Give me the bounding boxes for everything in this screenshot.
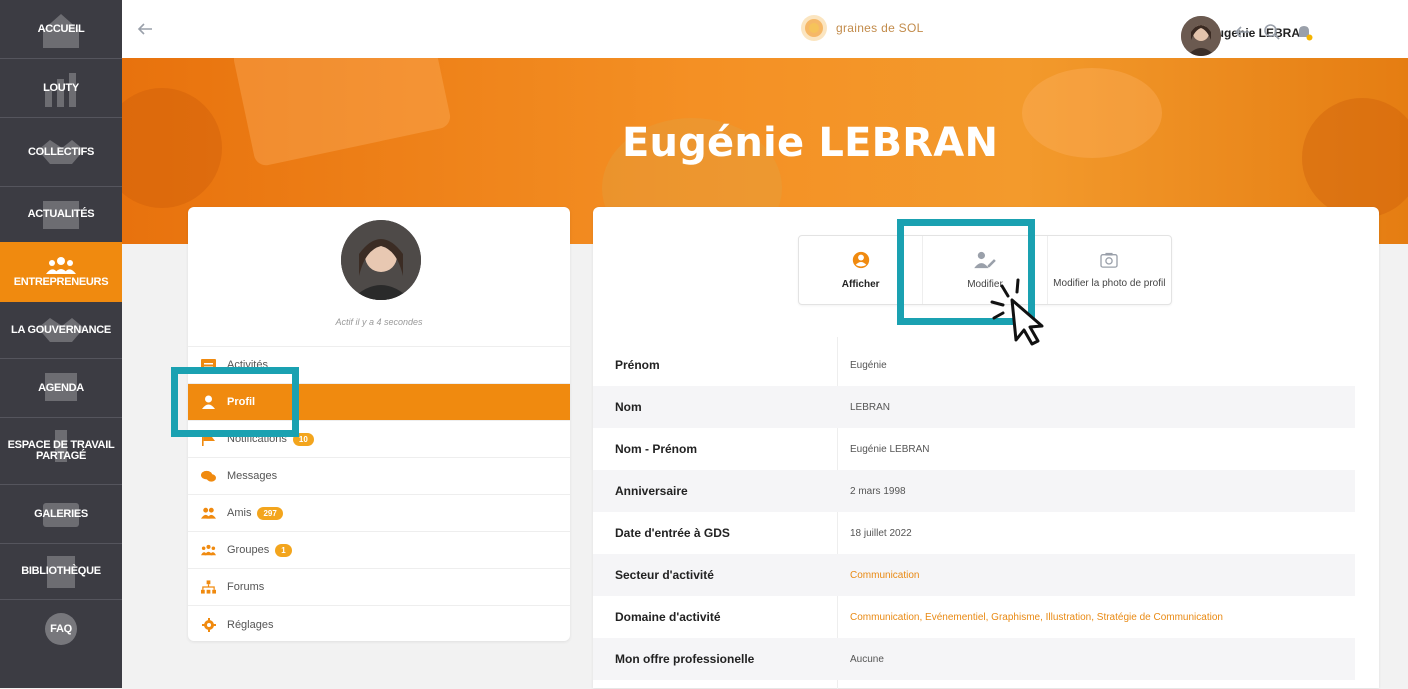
- table-row: Nom LEBRAN: [593, 386, 1355, 428]
- field-value: Aucune: [850, 653, 884, 665]
- sitemap-icon: [201, 580, 216, 595]
- sidebar-item-label: GALERIES: [34, 507, 88, 520]
- sidebar-item-label: FAQ: [50, 622, 72, 635]
- sidebar-item-bibliotheque[interactable]: BIBLIOTHÈQUE: [0, 544, 122, 599]
- field-label: Prénom: [615, 358, 660, 372]
- user-circle-icon: [852, 251, 869, 268]
- menu-item-label: Messages: [227, 470, 278, 482]
- menu-item-label: Forums: [227, 581, 265, 593]
- menu-item-groupes[interactable]: Groupes 1: [188, 532, 570, 569]
- tab-label: Afficher: [841, 278, 880, 290]
- field-label: Nom - Prénom: [615, 442, 698, 456]
- field-label: Date d'entrée à GDS: [615, 526, 730, 540]
- search-icon[interactable]: [1262, 22, 1282, 42]
- table-row: Secteur d'activité Communication: [593, 554, 1355, 596]
- sidebar-item-label: LOUTY: [43, 81, 79, 94]
- field-label: Nom: [615, 400, 642, 414]
- main-sidebar: ACCUEIL LOUTY COLLECTIFS ACTUALITÉS ENTR…: [0, 0, 122, 688]
- tab-modifier-photo[interactable]: Modifier la photo de profil: [1048, 236, 1171, 304]
- gear-icon: [201, 617, 216, 632]
- last-active-status: Actif il y a 4 secondes: [335, 317, 423, 327]
- field-value: Eugénie: [850, 359, 887, 371]
- people-icon: [46, 257, 76, 274]
- sidebar-item-label: ESPACE DE TRAVAIL PARTAGÉ: [7, 439, 115, 462]
- sidebar-item-label: ENTREPRENEURS: [13, 276, 109, 288]
- sidebar-item-label: AGENDA: [38, 381, 84, 394]
- top-bar: graines de SOL Hi Eugenie LEBRAN: [122, 0, 1408, 58]
- friends-badge: 297: [257, 506, 283, 520]
- field-label: Mon offre professionelle: [615, 652, 755, 666]
- sidebar-item-actualites[interactable]: ACTUALITÉS: [0, 187, 122, 242]
- field-value: 2 mars 1998: [850, 485, 906, 497]
- group-icon: [201, 543, 216, 558]
- field-label: Anniversaire: [615, 484, 688, 498]
- field-value-link[interactable]: Communication: [850, 570, 919, 581]
- sidebar-item-entrepreneurs[interactable]: ENTREPRENEURS: [0, 242, 122, 302]
- field-value: LEBRAN: [850, 401, 891, 413]
- back-arrow-icon[interactable]: [136, 20, 154, 38]
- table-row: Domaine d'activité Communication, Evénem…: [593, 596, 1355, 638]
- sidebar-item-louty[interactable]: LOUTY: [0, 59, 122, 117]
- sidebar-item-faq[interactable]: FAQ: [0, 600, 122, 658]
- menu-item-forums[interactable]: Forums: [188, 569, 570, 606]
- sidebar-item-agenda[interactable]: AGENDA: [0, 359, 122, 417]
- menu-item-label: Groupes: [227, 544, 270, 556]
- sidebar-item-galeries[interactable]: GALERIES: [0, 485, 122, 543]
- highlight-profil: [171, 367, 299, 437]
- table-row: Anniversaire 2 mars 1998: [593, 470, 1355, 512]
- user-avatar[interactable]: [1181, 16, 1221, 56]
- sidebar-item-label: COLLECTIFS: [27, 145, 95, 158]
- menu-item-label: Réglages: [227, 618, 274, 631]
- sidebar-item-espace-travail[interactable]: ESPACE DE TRAVAIL PARTAGÉ: [0, 418, 122, 484]
- sun-logo-icon: [801, 15, 827, 41]
- sidebar-item-gouvernance[interactable]: LA GOUVERNANCE: [0, 302, 122, 358]
- sidebar-item-collectifs[interactable]: COLLECTIFS: [0, 118, 122, 186]
- table-row: Prénom Eugénie: [593, 344, 1355, 386]
- logo-text: graines de SOL: [836, 21, 924, 35]
- menu-item-label: Amis: [227, 507, 252, 519]
- table-row: Mon offre professionelle Aucune: [593, 638, 1355, 680]
- site-logo[interactable]: graines de SOL: [800, 14, 924, 42]
- sidebar-item-label: ACTUALITÉS: [27, 208, 95, 220]
- field-value: Eugénie LEBRAN: [850, 443, 930, 455]
- field-value-link[interactable]: Communication, Evénementiel, Graphisme, …: [850, 612, 1223, 623]
- sidebar-item-label: BIBLIOTHÈQUE: [21, 565, 101, 577]
- sidebar-item-label: LA GOUVERNANCE: [11, 323, 111, 336]
- field-label: Domaine d'activité: [615, 610, 721, 624]
- tab-label: Modifier la photo de profil: [1053, 277, 1166, 289]
- camera-icon: [1100, 252, 1118, 268]
- click-cursor-icon: [990, 278, 1044, 346]
- field-value: 18 juillet 2022: [850, 527, 912, 539]
- table-row: Nom - Prénom Eugénie LEBRAN: [593, 428, 1355, 470]
- table-row: Date d'entrée à GDS 18 juillet 2022: [593, 512, 1355, 554]
- groups-badge: 1: [275, 543, 292, 557]
- chat-icon: [201, 469, 216, 484]
- profile-title: Eugénie LEBRAN: [622, 120, 999, 166]
- menu-item-messages[interactable]: Messages: [188, 458, 570, 495]
- profile-avatar[interactable]: [341, 220, 421, 300]
- sidebar-item-accueil[interactable]: ACCUEIL: [0, 0, 122, 58]
- friends-icon: [201, 506, 216, 521]
- sidebar-item-label: ACCUEIL: [37, 22, 85, 35]
- back-arrow-icon[interactable]: [1232, 22, 1252, 42]
- bell-icon[interactable]: [1294, 22, 1314, 42]
- menu-item-reglages[interactable]: Réglages: [188, 606, 570, 641]
- field-label: Secteur d'activité: [615, 568, 714, 582]
- menu-item-amis[interactable]: Amis 297: [188, 495, 570, 532]
